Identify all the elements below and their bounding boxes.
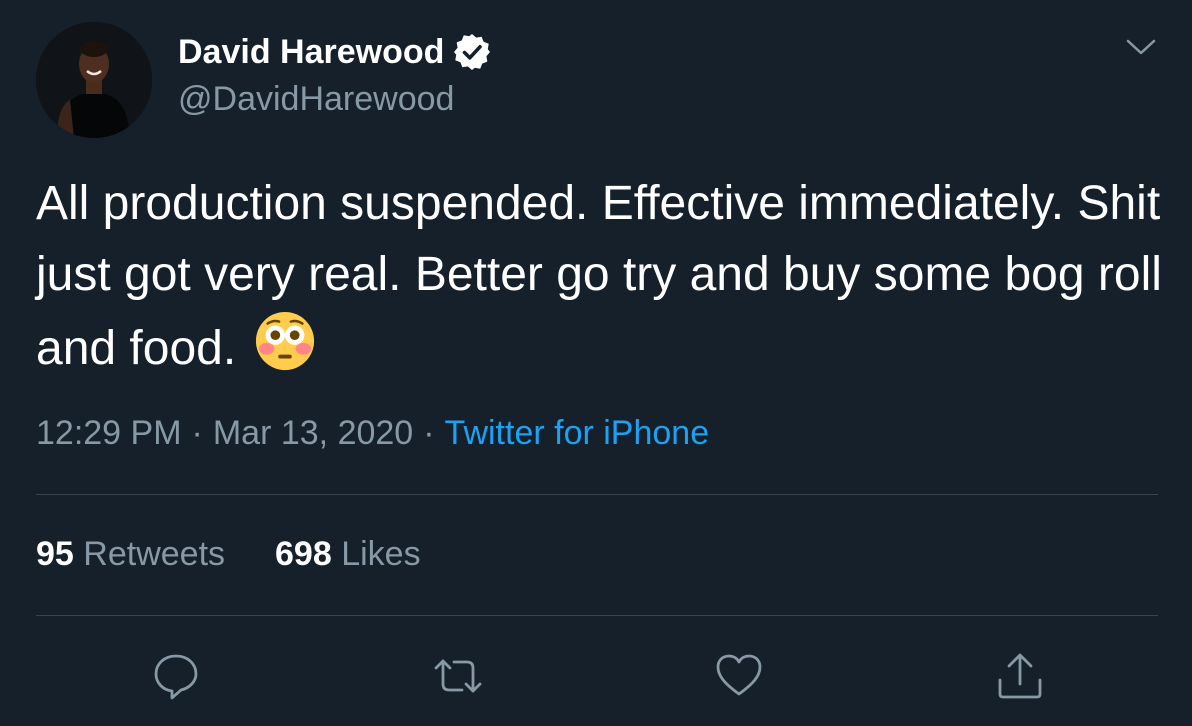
tweet-text: All production suspended. Effective imme… [36, 168, 1166, 384]
retweets-count: 95 [36, 535, 74, 573]
tweet-body: All production suspended. Effective imme… [36, 177, 1162, 375]
reply-icon[interactable] [150, 650, 202, 702]
author-handle[interactable]: @DavidHarewood [178, 80, 454, 119]
meta-separator: · [191, 414, 203, 452]
tweet-time[interactable]: 12:29 PM [36, 414, 182, 452]
flushed-face-emoji-icon [255, 311, 314, 371]
likes-count: 698 [275, 535, 332, 573]
retweets-label: Retweets [83, 535, 226, 573]
retweets-stat[interactable]: 95 Retweets [36, 535, 225, 573]
tweet-meta: 12:29 PM · Mar 13, 2020 · Twitter for iPhone [36, 414, 709, 453]
tweet-stats: 95 Retweets 698 Likes [36, 535, 421, 574]
avatar-image [36, 22, 152, 138]
display-name[interactable]: David Harewood [178, 32, 492, 72]
avatar[interactable] [36, 22, 152, 138]
verified-badge-icon [454, 34, 491, 70]
meta-separator: · [423, 414, 435, 452]
divider [36, 494, 1158, 495]
heart-icon[interactable] [713, 650, 765, 702]
likes-label: Likes [341, 535, 421, 573]
chevron-down-icon[interactable] [1124, 34, 1158, 60]
share-icon[interactable] [994, 650, 1046, 702]
tweet-source-link[interactable]: Twitter for iPhone [445, 414, 710, 452]
tweet-date[interactable]: Mar 13, 2020 [213, 414, 413, 452]
retweet-icon[interactable] [432, 650, 484, 702]
divider [36, 615, 1158, 616]
author-name[interactable]: David Harewood [178, 33, 444, 72]
likes-stat[interactable]: 698 Likes [275, 535, 421, 573]
